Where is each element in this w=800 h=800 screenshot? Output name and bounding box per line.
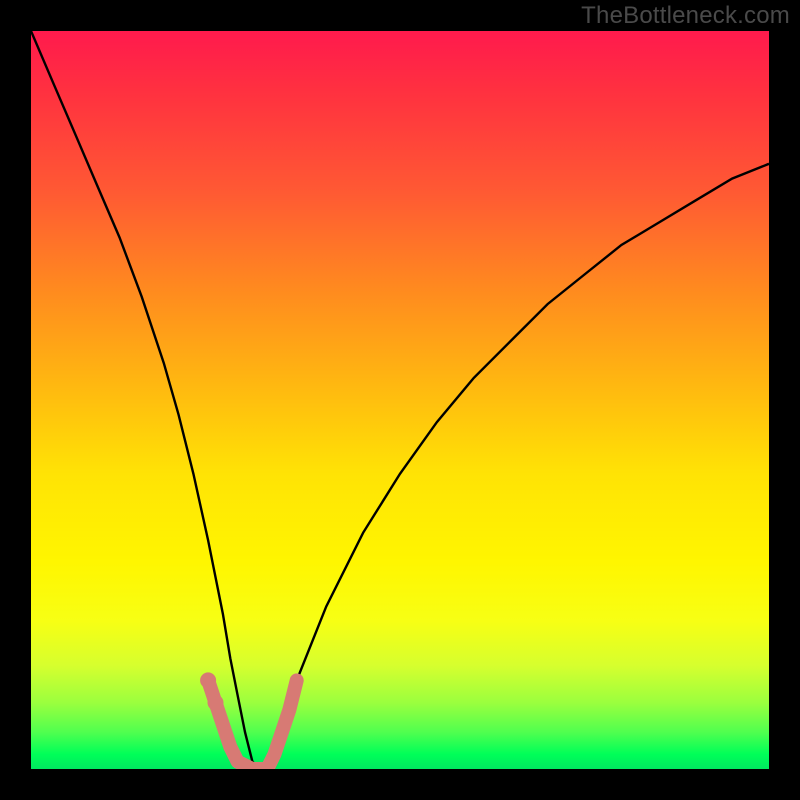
watermark-label: TheBottleneck.com <box>581 2 790 30</box>
highlight-markers <box>200 672 297 769</box>
curve-layer <box>31 31 769 769</box>
bottleneck-curve-path <box>31 31 769 769</box>
highlight-dot <box>208 695 224 711</box>
highlight-dot <box>200 672 216 688</box>
highlight-band-path <box>208 680 297 769</box>
chart-frame: TheBottleneck.com <box>0 0 800 800</box>
